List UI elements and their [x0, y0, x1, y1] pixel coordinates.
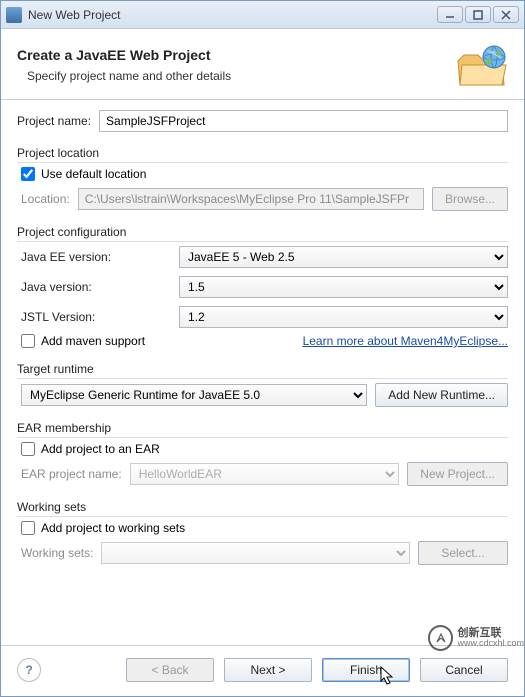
add-to-ws-label: Add project to working sets [41, 521, 185, 535]
target-runtime-group: Target runtime MyEclipse Generic Runtime… [17, 356, 508, 407]
group-label-ear: EAR membership [17, 421, 508, 435]
use-default-location-check[interactable]: Use default location [17, 167, 508, 181]
ear-membership-group: EAR membership Add project to an EAR EAR… [17, 415, 508, 486]
project-name-label: Project name: [17, 114, 91, 128]
button-bar: ? < Back Next > Finish Cancel 创新互联 www.c… [1, 645, 524, 696]
ee-version-select[interactable]: JavaEE 5 - Web 2.5 [179, 246, 508, 268]
maven-learn-more-link[interactable]: Learn more about Maven4MyEclipse... [303, 334, 508, 348]
project-configuration-group: Project configuration Java EE version: J… [17, 219, 508, 348]
jstl-version-label: JSTL Version: [21, 310, 171, 324]
location-label: Location: [21, 192, 70, 206]
maven-support-label: Add maven support [41, 334, 145, 348]
banner-heading: Create a JavaEE Web Project [17, 47, 456, 63]
titlebar[interactable]: New Web Project [1, 1, 524, 29]
divider [17, 162, 508, 163]
divider [17, 516, 508, 517]
minimize-button[interactable] [437, 6, 463, 23]
ws-sets-label: Working sets: [21, 546, 93, 560]
window-buttons [437, 6, 519, 23]
divider [17, 241, 508, 242]
app-icon [6, 7, 22, 23]
use-default-location-checkbox[interactable] [21, 167, 35, 181]
divider [17, 437, 508, 438]
ear-name-select: HelloWorldEAR [130, 463, 400, 485]
window-title: New Web Project [28, 8, 437, 22]
add-to-ws-checkbox[interactable] [21, 521, 35, 535]
target-runtime-select[interactable]: MyEclipse Generic Runtime for JavaEE 5.0 [21, 384, 367, 406]
java-version-select[interactable]: 1.5 [179, 276, 508, 298]
browse-button: Browse... [432, 187, 508, 211]
add-to-ear-checkbox[interactable] [21, 442, 35, 456]
maximize-button[interactable] [465, 6, 491, 23]
content-area: Project name: Project location Use defau… [1, 100, 524, 645]
working-sets-group: Working sets Add project to working sets… [17, 494, 508, 565]
ws-sets-select [101, 542, 410, 564]
add-to-ear-label: Add project to an EAR [41, 442, 160, 456]
banner: Create a JavaEE Web Project Specify proj… [1, 29, 524, 100]
ee-version-label: Java EE version: [21, 250, 171, 264]
group-label-runtime: Target runtime [17, 362, 508, 376]
java-version-label: Java version: [21, 280, 171, 294]
jstl-version-select[interactable]: 1.2 [179, 306, 508, 328]
finish-button[interactable]: Finish [322, 658, 410, 682]
project-location-group: Project location Use default location Lo… [17, 140, 508, 211]
group-label-ws: Working sets [17, 500, 508, 514]
add-runtime-button[interactable]: Add New Runtime... [375, 383, 508, 407]
wizard-window: New Web Project Create a JavaEE Web Proj… [0, 0, 525, 697]
project-name-input[interactable] [99, 110, 508, 132]
ear-name-label: EAR project name: [21, 467, 122, 481]
project-name-row: Project name: [17, 110, 508, 132]
maven-support-check[interactable]: Add maven support [21, 334, 145, 348]
new-ear-project-button: New Project... [407, 462, 508, 486]
group-label-location: Project location [17, 146, 508, 160]
use-default-location-label: Use default location [41, 167, 146, 181]
group-label-config: Project configuration [17, 225, 508, 239]
back-button: < Back [126, 658, 214, 682]
close-button[interactable] [493, 6, 519, 23]
folder-globe-icon [456, 43, 508, 87]
location-input [78, 188, 424, 210]
ws-select-button: Select... [418, 541, 508, 565]
add-to-ws-check[interactable]: Add project to working sets [17, 521, 508, 535]
next-button[interactable]: Next > [224, 658, 312, 682]
banner-subtitle: Specify project name and other details [27, 69, 456, 83]
divider [17, 378, 508, 379]
cancel-button[interactable]: Cancel [420, 658, 508, 682]
add-to-ear-check[interactable]: Add project to an EAR [17, 442, 508, 456]
help-button[interactable]: ? [17, 658, 41, 682]
maven-support-checkbox[interactable] [21, 334, 35, 348]
